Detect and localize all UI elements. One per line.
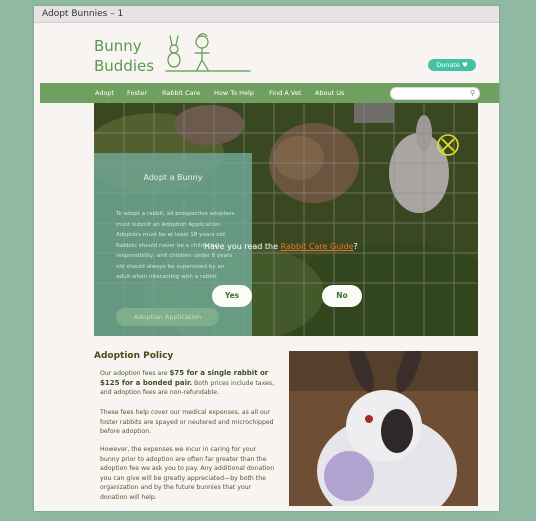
donate-button[interactable]: Donate ♥ [428, 59, 476, 71]
rabbit-photo [289, 351, 478, 506]
search-icon[interactable]: ⚲ [470, 89, 475, 98]
policy-paragraph-2: These fees help cover our medical expens… [100, 409, 274, 436]
modal-question: Have you read the Rabbit Care Guide? [204, 242, 358, 251]
nav-bar: Adopt Foster Rabbit Care How To Help Fin… [40, 83, 499, 103]
yes-button[interactable]: Yes [212, 285, 252, 307]
nav-about-us[interactable]: About Us [315, 83, 344, 103]
bunny-child-logo-icon [165, 33, 251, 72]
window-title: Adopt Bunnies – 1 [34, 6, 499, 23]
logo-line-2: Buddies [94, 57, 155, 75]
heart-icon: ♥ [461, 61, 468, 69]
nav-find-a-vet[interactable]: Find A Vet [269, 83, 301, 103]
logo-line-1: Bunny [94, 37, 142, 55]
adopt-panel-title: Adopt a Bunny [143, 173, 203, 182]
rabbit-care-guide-link[interactable]: Rabbit Care Guide [281, 242, 354, 251]
nav-rabbit-care[interactable]: Rabbit Care [162, 83, 200, 103]
adoption-policy-heading: Adoption Policy [94, 351, 174, 361]
modal-question-suffix: ? [353, 242, 358, 251]
donate-label: Donate [436, 61, 460, 69]
hero-image: Adopt a Bunny To adopt a rabbit, all pro… [94, 103, 478, 336]
modal-question-prefix: Have you read the [204, 242, 281, 251]
page: Bunny Buddies Donate ♥ Adopt Foster Rabb… [34, 23, 499, 511]
white-rabbit-photo [289, 351, 478, 506]
nav-adopt[interactable]: Adopt [95, 83, 114, 103]
search-input[interactable]: ⚲ [390, 87, 480, 100]
nav-foster[interactable]: Foster [127, 83, 147, 103]
browser-window: Adopt Bunnies – 1 Bunny Buddies Donate ♥… [34, 6, 499, 511]
no-button[interactable]: No [322, 285, 362, 307]
policy-p1-intro: Our adoption fees are [100, 370, 170, 377]
policy-paragraph-3: However, the expenses we incur in caring… [100, 446, 275, 501]
nav-how-to-help[interactable]: How To Help [214, 83, 254, 103]
site-logo[interactable]: Bunny Buddies [94, 36, 154, 76]
close-icon[interactable] [436, 133, 460, 157]
policy-paragraph-1: Our adoption fees are $75 for a single r… [100, 369, 277, 398]
adoption-application-button[interactable]: Adoption Application [116, 308, 219, 326]
